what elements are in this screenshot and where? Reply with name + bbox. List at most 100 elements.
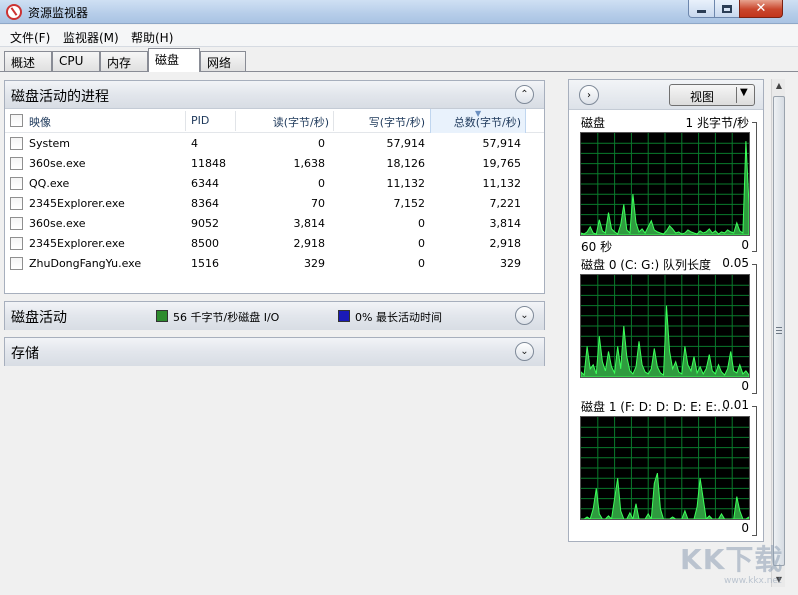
- graph-min-value: 0: [741, 238, 749, 252]
- process-write: 18,126: [386, 157, 426, 170]
- process-write: 11,132: [386, 177, 426, 190]
- graph-scale: 0.05: [722, 256, 749, 270]
- graph-scale-bracket: [752, 406, 757, 536]
- disk-activity-panel-header[interactable]: 磁盘活动 56 千字节/秒磁盘 I/O 0% 最长活动时间 ⌄: [5, 302, 544, 330]
- scroll-up-arrow-icon[interactable]: ▲: [772, 79, 786, 93]
- maximize-button[interactable]: [714, 0, 740, 18]
- collapse-button[interactable]: ⌃: [515, 85, 534, 104]
- vertical-scrollbar[interactable]: ▲ ▼: [771, 79, 785, 587]
- process-image: 360se.exe: [29, 217, 86, 230]
- graph-plot: [581, 417, 749, 519]
- row-checkbox[interactable]: [10, 237, 23, 250]
- close-button[interactable]: ✕: [739, 0, 783, 18]
- tab-overview[interactable]: 概述: [4, 51, 52, 71]
- menu-help[interactable]: 帮助(H): [131, 29, 173, 46]
- storage-panel-header[interactable]: 存储 ⌄: [5, 338, 544, 366]
- expand-button[interactable]: ⌄: [515, 306, 534, 325]
- activity-graph: [580, 416, 750, 520]
- row-checkbox[interactable]: [10, 177, 23, 190]
- process-pid: 9052: [191, 217, 219, 230]
- disk-process-panel-header[interactable]: 磁盘活动的进程 ⌃: [5, 81, 544, 109]
- disk-process-panel: 磁盘活动的进程 ⌃ ▼ 映像 PID 读(字节/秒) 写(字节/秒) 总数(字节…: [4, 80, 545, 294]
- close-icon: ✕: [755, 1, 767, 16]
- storage-panel: 存储 ⌄: [4, 337, 545, 366]
- graph-scale-bracket: [752, 264, 757, 394]
- active-time-legend-swatch: [338, 310, 350, 322]
- table-row[interactable]: 2345Explorer.exe 8500 2,918 0 2,918: [5, 234, 544, 254]
- table-row[interactable]: 2345Explorer.exe 8364 70 7,152 7,221: [5, 194, 544, 214]
- column-image[interactable]: 映像: [29, 114, 51, 130]
- row-checkbox[interactable]: [10, 197, 23, 210]
- column-read[interactable]: 读(字节/秒): [235, 114, 329, 130]
- process-total: 57,914: [482, 137, 522, 150]
- process-write: 0: [418, 217, 425, 230]
- grip-line: [776, 333, 782, 334]
- process-pid: 11848: [191, 157, 226, 170]
- chevron-down-icon: ⌄: [520, 310, 529, 321]
- disk-activity-panel: 磁盘活动 56 千字节/秒磁盘 I/O 0% 最长活动时间 ⌄: [4, 301, 545, 330]
- menu-monitor[interactable]: 监视器(M): [63, 29, 119, 46]
- panel-title: 磁盘活动: [11, 310, 67, 326]
- table-row[interactable]: System 4 0 57,914 57,914: [5, 134, 544, 154]
- process-total: 3,814: [489, 217, 522, 230]
- row-checkbox[interactable]: [10, 137, 23, 150]
- table-row[interactable]: QQ.exe 6344 0 11,132 11,132: [5, 174, 544, 194]
- process-read: 3,814: [293, 217, 326, 230]
- column-total[interactable]: 总数(字节/秒): [431, 114, 521, 130]
- column-separator[interactable]: [185, 111, 186, 131]
- window-title: 资源监视器: [28, 6, 89, 20]
- graph-min-value: 0: [741, 379, 749, 393]
- chevron-right-icon: ›: [587, 89, 591, 101]
- dropdown-arrow-icon: ▼: [740, 87, 748, 98]
- process-image: 2345Explorer.exe: [29, 237, 125, 250]
- graph-pane: › 视图 ▼ 磁盘 1 兆字节/秒 60 秒 0 磁盘 0 (C: G:) 队列长度 0.…: [568, 79, 764, 542]
- process-image: 2345Explorer.exe: [29, 197, 125, 210]
- process-image: QQ.exe: [29, 177, 70, 190]
- process-pid: 6344: [191, 177, 219, 190]
- process-total: 19,765: [482, 157, 522, 170]
- row-checkbox[interactable]: [10, 217, 23, 230]
- graph-min-value: 0: [741, 521, 749, 535]
- tab-memory[interactable]: 内存: [100, 51, 148, 71]
- process-read: 70: [311, 197, 325, 210]
- process-write: 7,152: [393, 197, 426, 210]
- graph-pane-toolbar: › 视图 ▼: [569, 80, 763, 110]
- minimize-icon: [697, 9, 706, 13]
- chevron-down-icon: ⌄: [520, 346, 529, 357]
- toggle-pane-button[interactable]: ›: [579, 85, 599, 105]
- menu-file[interactable]: 文件(F): [10, 29, 50, 46]
- title-bar: 资源监视器 ✕: [0, 0, 798, 24]
- tab-strip: 概述 CPU 内存 磁盘 网络: [0, 48, 798, 72]
- graph-title: 磁盘: [581, 116, 606, 130]
- table-row[interactable]: 360se.exe 11848 1,638 18,126 19,765: [5, 154, 544, 174]
- tab-cpu[interactable]: CPU: [52, 51, 100, 71]
- view-label: 视图: [690, 90, 715, 104]
- table-row[interactable]: 360se.exe 9052 3,814 0 3,814: [5, 214, 544, 234]
- process-write: 0: [418, 237, 425, 250]
- minimize-button[interactable]: [688, 0, 715, 18]
- select-all-checkbox[interactable]: [10, 114, 23, 127]
- watermark: KK下载 www.kkx.net: [680, 538, 792, 590]
- process-read: 0: [318, 137, 325, 150]
- expand-button[interactable]: ⌄: [515, 342, 534, 361]
- maximize-icon: [722, 4, 732, 13]
- process-read: 0: [318, 177, 325, 190]
- table-row[interactable]: ZhuDongFangYu.exe 1516 329 0 329: [5, 254, 544, 274]
- tab-network[interactable]: 网络: [200, 51, 246, 71]
- graph-plot: [581, 275, 749, 377]
- row-checkbox[interactable]: [10, 257, 23, 270]
- io-legend-swatch: [156, 310, 168, 322]
- resource-monitor-icon: [6, 4, 22, 20]
- panel-title: 存储: [11, 346, 39, 362]
- menu-bar: 文件(F) 监视器(M) 帮助(H): [0, 25, 798, 47]
- row-checkbox[interactable]: [10, 157, 23, 170]
- tab-disk[interactable]: 磁盘: [148, 48, 200, 72]
- column-pid[interactable]: PID: [191, 114, 209, 127]
- scroll-thumb[interactable]: [773, 96, 785, 566]
- grip-line: [776, 327, 782, 328]
- process-pid: 1516: [191, 257, 219, 270]
- view-dropdown[interactable]: 视图 ▼: [669, 84, 755, 106]
- graph-scale-bracket: [752, 122, 757, 252]
- column-write[interactable]: 写(字节/秒): [333, 114, 425, 130]
- process-read: 1,638: [293, 157, 326, 170]
